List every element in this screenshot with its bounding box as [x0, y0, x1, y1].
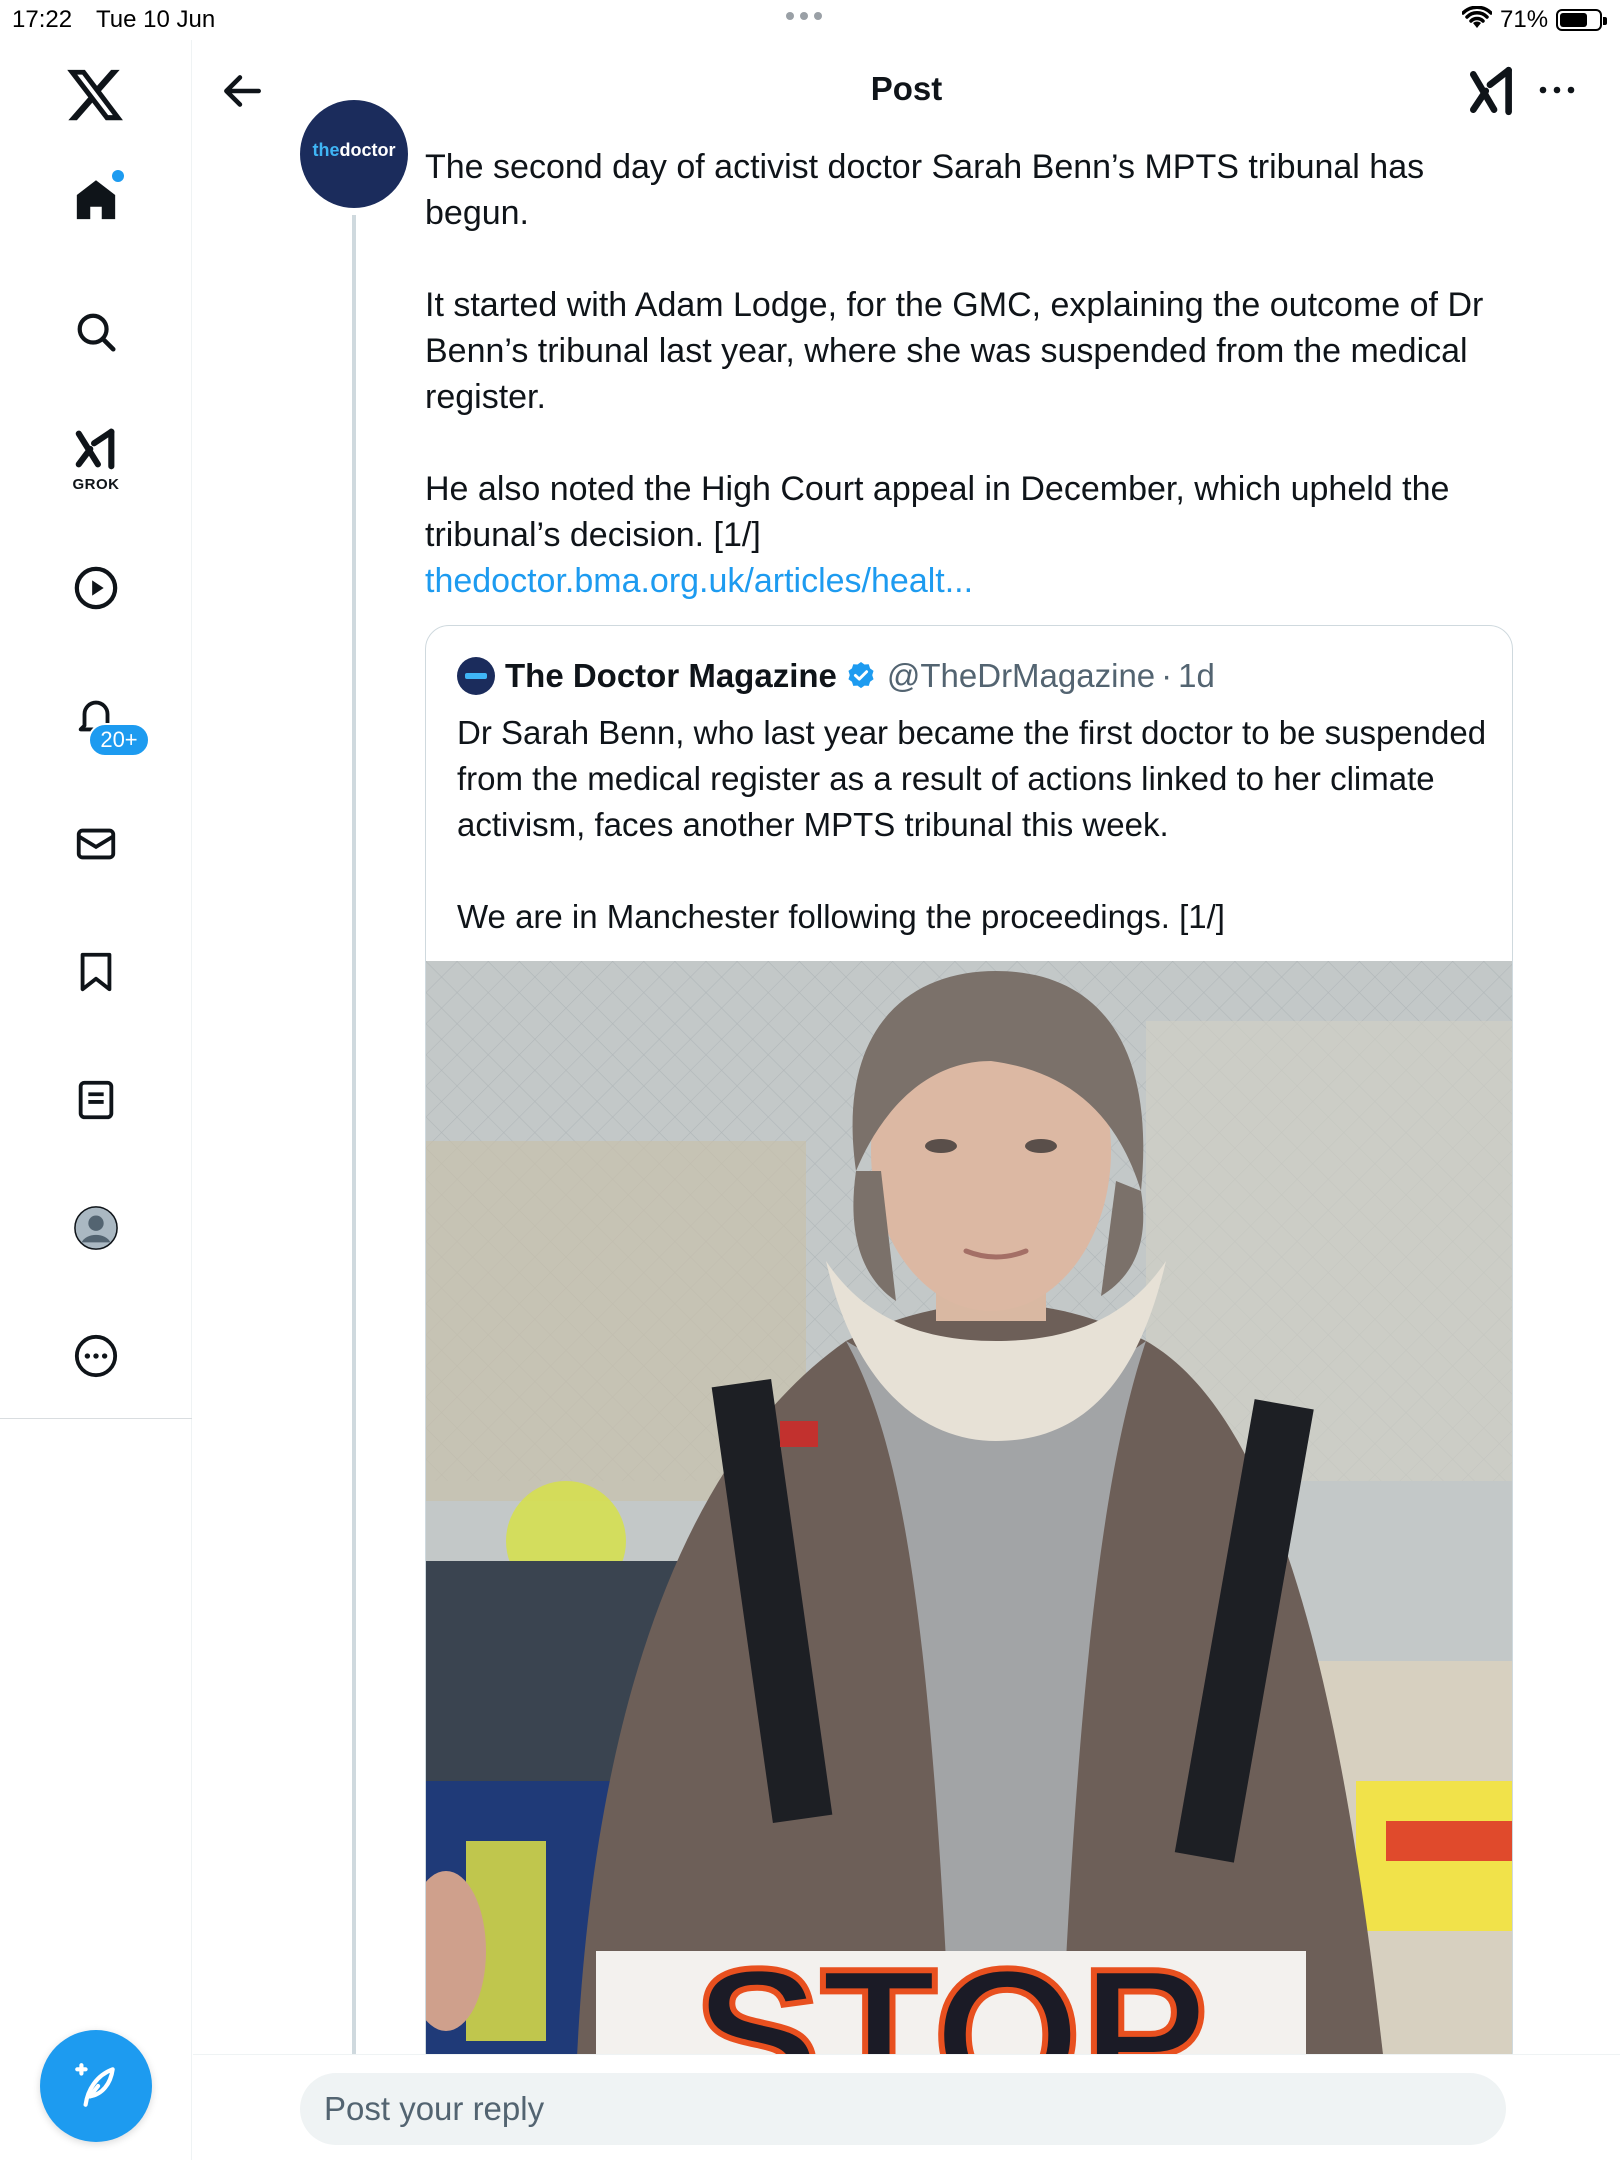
compose-feather-icon: [75, 2063, 115, 2107]
search-icon: [77, 313, 116, 352]
verified-badge-icon: [848, 662, 874, 689]
quoted-author-name: The Doctor Magazine: [505, 657, 837, 694]
side-navigation: GROK 20+: [0, 40, 192, 2160]
home-icon: [76, 180, 116, 220]
nav-profile[interactable]: [60, 1192, 132, 1264]
home-unread-dot: [112, 170, 124, 182]
status-bar: 17:22 Tue 10 Jun 71%: [0, 0, 1620, 40]
post-body: The second day of activist doctor Sarah …: [425, 144, 1525, 604]
post-paragraph: The second day of activist doctor Sarah …: [425, 148, 1425, 232]
thread-line: [352, 215, 356, 2055]
nav-video[interactable]: [60, 552, 132, 624]
post-header: Post: [193, 40, 1620, 140]
nav-bookmarks[interactable]: [60, 936, 132, 1008]
nav-more[interactable]: [60, 1320, 132, 1392]
nav-explore[interactable]: [60, 296, 132, 368]
bookmark-icon: [80, 952, 112, 992]
status-date: Tue 10 Jun: [96, 6, 216, 33]
post-paragraph: He also noted the High Court appeal in D…: [425, 470, 1450, 554]
battery-icon: [1556, 9, 1607, 31]
multitasking-dots[interactable]: [786, 12, 822, 20]
envelope-icon: [76, 828, 116, 860]
nav-grok[interactable]: GROK: [60, 422, 132, 512]
reply-bar: [193, 2054, 1620, 2160]
grok-icon: [75, 428, 115, 470]
x-logo-icon[interactable]: [64, 64, 126, 126]
avatar-logo-text: thedoctor: [312, 140, 396, 160]
quoted-author-handle: @TheDrMagazine: [886, 657, 1156, 694]
article-link[interactable]: thedoctor.bma.org.uk/articles/healt...: [425, 562, 973, 600]
more-circle-icon: [74, 1334, 118, 1378]
wifi-icon: [1462, 6, 1492, 28]
nav-home[interactable]: [60, 164, 132, 236]
quoted-paragraph: Dr Sarah Benn, who last year became the …: [457, 714, 1487, 843]
quoted-post-photo[interactable]: STOP: [426, 961, 1512, 2074]
quoted-post-card[interactable]: The Doctor Magazine @TheDrMagazine · 1d …: [425, 625, 1513, 2075]
quoted-post-header: The Doctor Magazine @TheDrMagazine · 1d: [457, 656, 1215, 696]
author-avatar[interactable]: thedoctor: [300, 100, 408, 208]
nav-messages[interactable]: [60, 808, 132, 880]
compose-post-button[interactable]: [40, 2030, 152, 2142]
profile-avatar-icon: [74, 1206, 118, 1250]
quoted-post-age: 1d: [1178, 657, 1215, 694]
play-icon: [74, 566, 118, 610]
quoted-post-body: Dr Sarah Benn, who last year became the …: [457, 710, 1487, 940]
more-options-icon[interactable]: [1535, 78, 1579, 102]
battery-percent: 71%: [1500, 6, 1549, 33]
status-time: 17:22: [12, 6, 73, 33]
quoted-author-avatar: [457, 657, 495, 695]
notifications-badge: 20+: [88, 723, 150, 757]
quoted-paragraph: We are in Manchester following the proce…: [457, 898, 1225, 935]
protester-photo: STOP: [426, 961, 1512, 2074]
nav-lists[interactable]: [60, 1064, 132, 1136]
meta-separator: ·: [1161, 657, 1173, 694]
nav-divider: [0, 1418, 192, 1419]
page-title: Post: [870, 70, 943, 107]
post-paragraph: It started with Adam Lodge, for the GMC,…: [425, 286, 1484, 416]
grok-icon[interactable]: [1467, 64, 1517, 118]
reply-input[interactable]: [300, 2073, 1506, 2145]
list-icon: [78, 1080, 114, 1120]
grok-label: GROK: [72, 476, 120, 493]
